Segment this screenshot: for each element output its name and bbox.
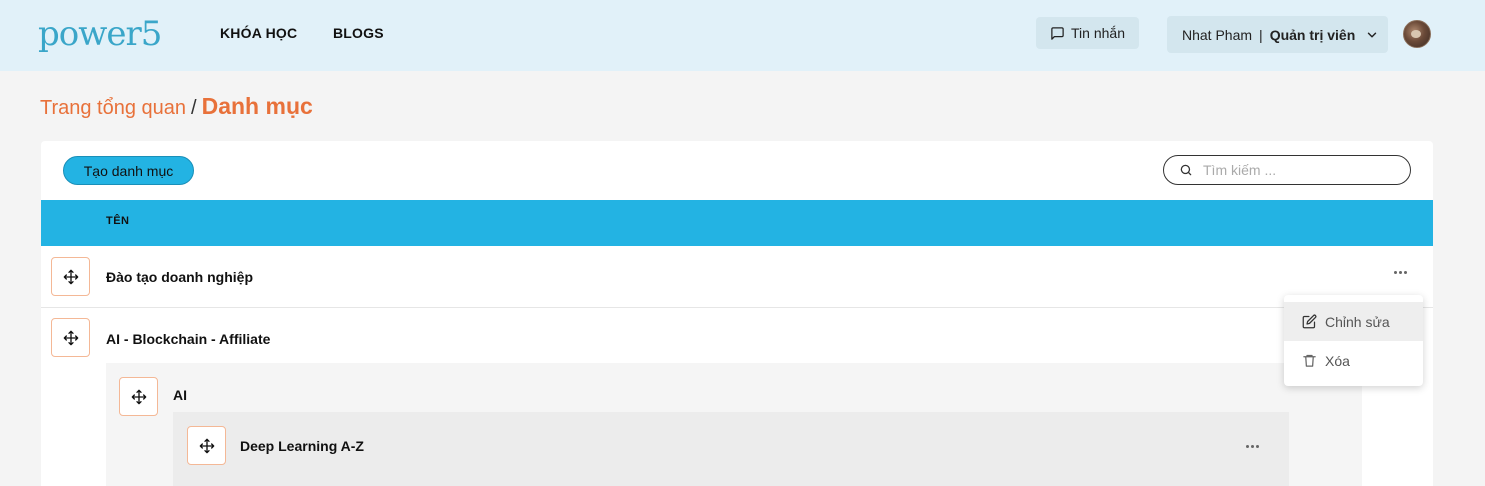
move-icon xyxy=(199,438,215,454)
chevron-down-icon xyxy=(1365,28,1379,42)
move-handle[interactable] xyxy=(187,426,226,465)
category-label: AI xyxy=(173,387,187,403)
row-divider xyxy=(41,307,1433,308)
breadcrumb-separator: / xyxy=(191,97,197,119)
messages-label: Tin nhắn xyxy=(1071,25,1125,41)
user-menu-button[interactable]: Nhat Pham | Quản trị viên xyxy=(1167,16,1388,53)
search-icon xyxy=(1179,163,1193,177)
more-horizontal-icon xyxy=(1393,270,1407,274)
breadcrumb: Trang tổng quan / Danh mục xyxy=(40,93,313,120)
top-header: power5 KHÓA HỌC BLOGS Tin nhắn Nhat Pham… xyxy=(0,0,1485,71)
edit-menu-item[interactable]: Chỉnh sửa xyxy=(1284,302,1423,341)
move-icon xyxy=(131,389,147,405)
more-options-button[interactable] xyxy=(1242,439,1262,453)
avatar[interactable] xyxy=(1403,20,1431,48)
category-label: AI - Blockchain - Affiliate xyxy=(106,331,271,347)
more-horizontal-icon xyxy=(1245,444,1259,448)
search-input[interactable] xyxy=(1203,162,1403,178)
subcategory-group: Deep Learning A-Z xyxy=(173,412,1289,486)
category-panel: Tạo danh mục TÊN Đào tạo doanh nghiệp AI… xyxy=(41,141,1433,486)
messages-button[interactable]: Tin nhắn xyxy=(1036,17,1139,49)
chat-icon xyxy=(1050,26,1065,41)
move-icon xyxy=(63,269,79,285)
table-header: TÊN xyxy=(41,200,1433,246)
delete-menu-item[interactable]: Xóa xyxy=(1284,341,1423,380)
user-name: Nhat Pham xyxy=(1182,26,1253,43)
move-handle[interactable] xyxy=(119,377,158,416)
breadcrumb-home[interactable]: Trang tổng quan xyxy=(40,97,186,120)
logo[interactable]: power5 xyxy=(38,11,162,54)
page-title: Danh mục xyxy=(201,93,313,119)
user-separator: | xyxy=(1259,26,1263,43)
logo-text: power5 xyxy=(38,14,162,54)
search-field[interactable] xyxy=(1163,155,1411,185)
column-name-header: TÊN xyxy=(106,215,130,227)
edit-icon xyxy=(1302,314,1317,329)
user-role: Quản trị viên xyxy=(1269,26,1356,43)
more-options-button[interactable] xyxy=(1390,265,1410,279)
trash-icon xyxy=(1302,353,1317,368)
category-label: Đào tạo doanh nghiệp xyxy=(106,269,253,285)
move-handle[interactable] xyxy=(51,318,90,357)
nav-courses[interactable]: KHÓA HỌC xyxy=(220,25,297,41)
row-actions-menu: Chỉnh sửa Xóa xyxy=(1284,295,1423,386)
create-category-button[interactable]: Tạo danh mục xyxy=(63,156,194,185)
move-icon xyxy=(63,330,79,346)
nav-blogs[interactable]: BLOGS xyxy=(333,25,384,41)
delete-label: Xóa xyxy=(1325,352,1350,369)
category-label: Deep Learning A-Z xyxy=(240,438,364,454)
edit-label: Chỉnh sửa xyxy=(1325,313,1390,330)
move-handle[interactable] xyxy=(51,257,90,296)
